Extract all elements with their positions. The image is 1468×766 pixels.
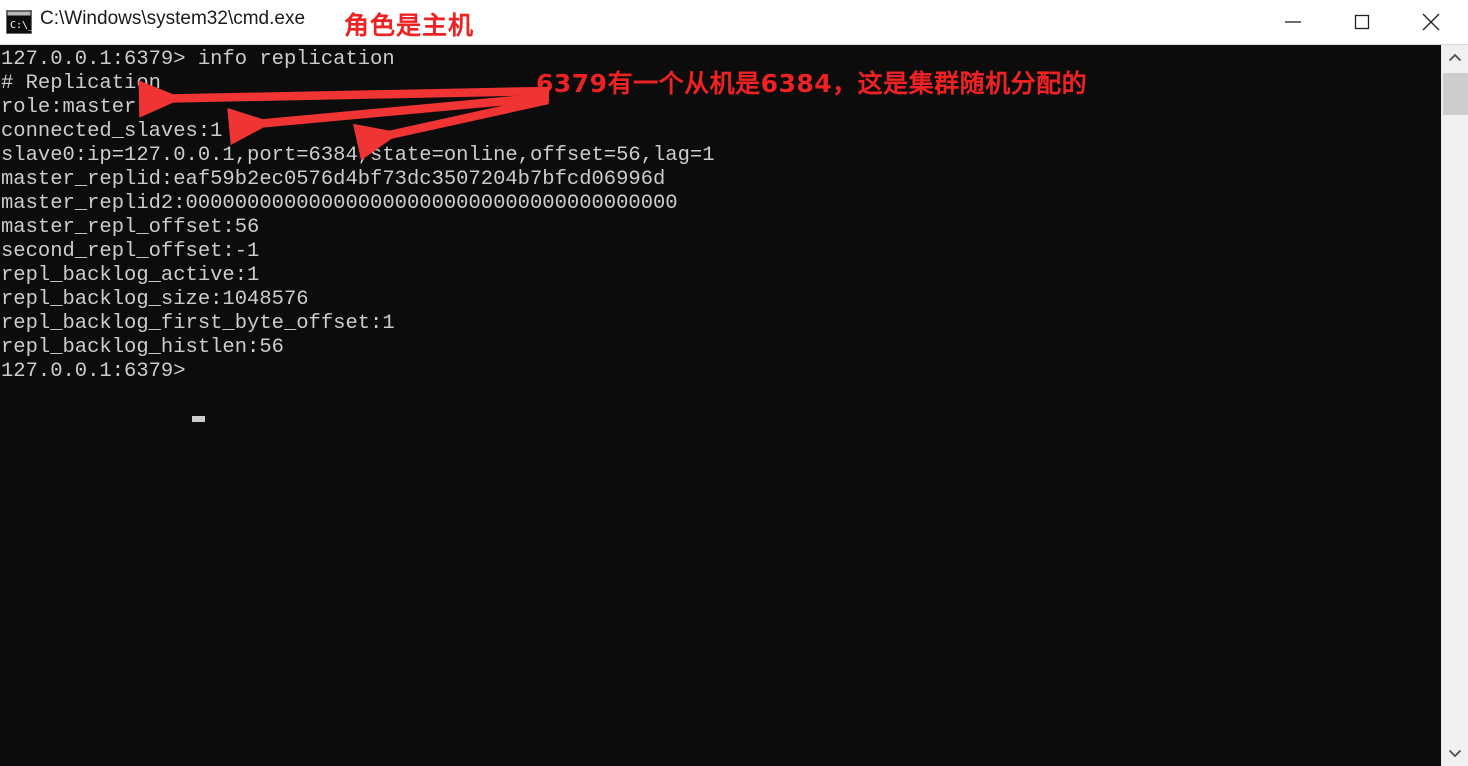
maximize-button[interactable] bbox=[1327, 0, 1396, 44]
cmd-console-icon: C:\_ bbox=[6, 10, 35, 34]
cmd-window: C:\_ C:\Windows\system32\cmd.exe 角色是主机 1… bbox=[0, 0, 1468, 766]
svg-text:C:\_: C:\_ bbox=[10, 20, 32, 31]
console-output-area[interactable]: 127.0.0.1:6379> info replication # Repli… bbox=[0, 45, 1441, 766]
minimize-button[interactable] bbox=[1258, 0, 1327, 44]
title-bar[interactable]: C:\_ C:\Windows\system32\cmd.exe 角色是主机 bbox=[0, 0, 1468, 45]
window-title: C:\Windows\system32\cmd.exe bbox=[40, 8, 306, 29]
annotation-title-note: 角色是主机 bbox=[344, 11, 475, 40]
close-icon bbox=[1422, 13, 1439, 31]
chevron-down-icon bbox=[1448, 749, 1462, 758]
vertical-scrollbar[interactable] bbox=[1441, 45, 1468, 766]
maximize-icon bbox=[1354, 14, 1369, 30]
console-cursor bbox=[192, 416, 205, 422]
chevron-up-icon bbox=[1448, 53, 1462, 62]
minimize-icon bbox=[1284, 21, 1301, 23]
console-text: 127.0.0.1:6379> info replication # Repli… bbox=[1, 48, 715, 383]
scrollbar-down-button[interactable] bbox=[1442, 740, 1468, 766]
scrollbar-up-button[interactable] bbox=[1442, 45, 1468, 71]
close-button[interactable] bbox=[1396, 0, 1465, 44]
scrollbar-thumb[interactable] bbox=[1443, 73, 1468, 115]
